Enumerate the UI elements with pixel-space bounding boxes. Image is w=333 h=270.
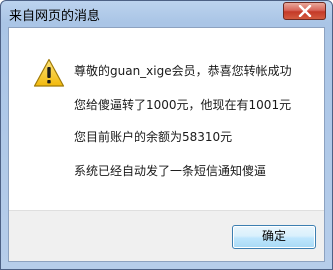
- message-line-3: 您目前账户的余额为58310元: [74, 130, 233, 144]
- close-button[interactable]: [283, 2, 326, 20]
- button-bar: 确定: [9, 210, 324, 261]
- title-bar[interactable]: 来自网页的消息: [1, 1, 332, 27]
- close-icon: [298, 5, 312, 17]
- message-line-2: 您给傻逼转了1000元，他现在有1001元: [74, 98, 292, 112]
- message-dialog-window: 来自网页的消息 尊敬的guan_xige会员，恭喜您转帐成功 您给傻逼转了100…: [0, 0, 333, 270]
- message-line-1: 尊敬的guan_xige会员，恭喜您转帐成功: [74, 64, 292, 78]
- ok-button[interactable]: 确定: [232, 225, 316, 249]
- message-area: 尊敬的guan_xige会员，恭喜您转帐成功 您给傻逼转了1000元，他现在有1…: [9, 28, 324, 210]
- dialog-body: 尊敬的guan_xige会员，恭喜您转帐成功 您给傻逼转了1000元，他现在有1…: [8, 27, 325, 262]
- warning-triangle-icon: [33, 58, 65, 87]
- message-line-4: 系统已经自动发了一条短信通知傻逼: [74, 164, 267, 178]
- dialog-title: 来自网页的消息: [9, 9, 101, 24]
